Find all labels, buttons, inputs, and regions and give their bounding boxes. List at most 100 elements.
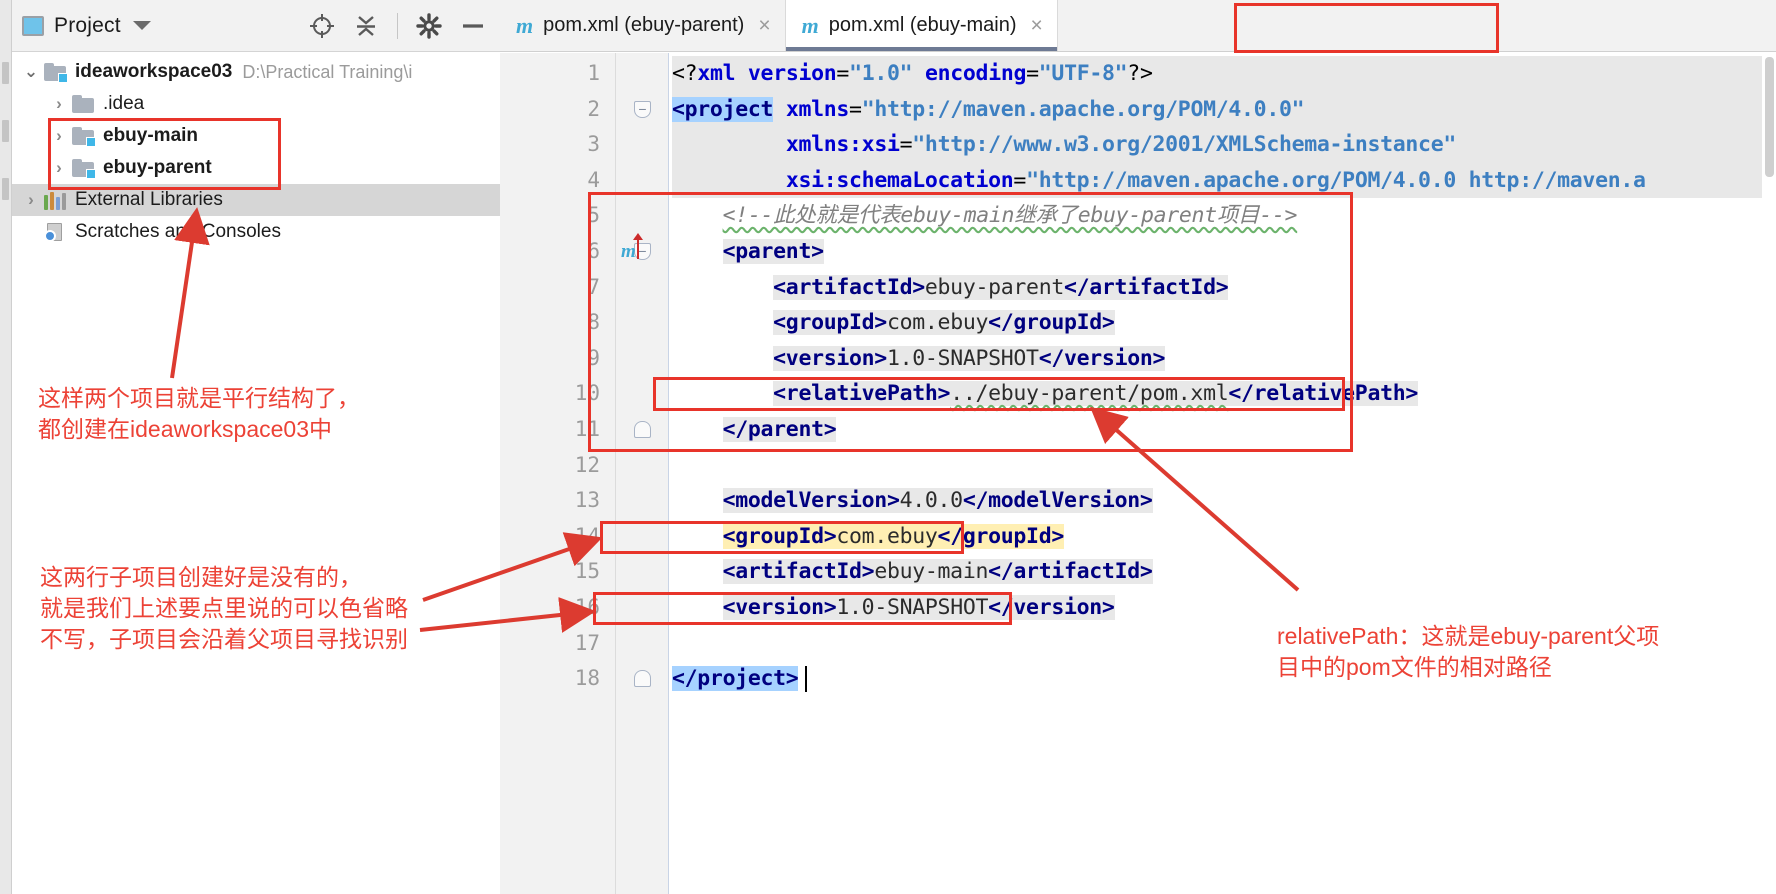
code-token: </version> xyxy=(988,595,1115,620)
tree-item-label: External Libraries xyxy=(75,189,223,210)
code-token: <version> xyxy=(722,595,837,620)
code-line[interactable]: 14 <groupId>com.ebuy</groupId> xyxy=(500,519,1776,555)
code-token: xml xyxy=(697,61,736,86)
hide-icon[interactable] xyxy=(460,13,486,39)
code-line[interactable]: 12 xyxy=(500,448,1776,484)
code-line[interactable]: 7 <artifactId>ebuy-parent</artifactId> xyxy=(500,270,1776,306)
scrollbar-thumb[interactable] xyxy=(1765,57,1774,177)
code-token: "http://maven.apache.org/POM/4.0.0" xyxy=(861,96,1305,122)
code-token: <project xyxy=(672,96,774,122)
code-lines: 1 <?xml version="1.0" encoding="UTF-8"?> −… xyxy=(500,53,1776,894)
tab-label: pom.xml (ebuy-main) xyxy=(828,14,1017,36)
code-token: xmlns:xsi xyxy=(785,132,900,158)
code-token: </parent> xyxy=(722,417,837,442)
line-number: 7 xyxy=(587,274,600,299)
editor-scrollbar[interactable] xyxy=(1762,53,1776,894)
code-line-text: </parent> xyxy=(672,412,1776,448)
line-number: 1 xyxy=(587,61,600,85)
tab-pom-ebuy-parent[interactable]: m pom.xml (ebuy-parent) × xyxy=(500,0,786,51)
code-line-text: xmlns:xsi="http://www.w3.org/2001/XMLSch… xyxy=(672,127,1776,163)
code-token: "http://www.w3.org/2001/XMLSchema-instan… xyxy=(912,132,1456,158)
module-folder-icon xyxy=(72,159,96,179)
code-line-text: <groupId>com.ebuy</groupId> xyxy=(672,305,1776,341)
text-caret xyxy=(805,666,807,693)
code-token: <!--此处就是代表ebuy-main继承了ebuy-parent项目--> xyxy=(722,203,1298,229)
code-token: </groupId> xyxy=(988,310,1115,336)
project-window-icon xyxy=(22,15,44,36)
code-token: </artifactId> xyxy=(1063,274,1229,300)
code-line[interactable]: 4 xsi:schemaLocation="http://maven.apach… xyxy=(500,162,1776,199)
code-token: 1.0-SNAPSHOT xyxy=(886,345,1039,371)
tree-item-path: D:\Practical Training\i xyxy=(242,61,413,82)
chevron-down-icon[interactable] xyxy=(132,21,151,30)
code-line-text: <version>1.0-SNAPSHOT</version> xyxy=(672,341,1776,377)
ide-window: Project ⌄ ideaworkspace03 D:\Practical T… xyxy=(0,0,1776,894)
code-token: </project> xyxy=(672,666,799,692)
code-line[interactable]: 10 <relativePath>../ebuy-parent/pom.xml<… xyxy=(500,376,1776,412)
code-line[interactable]: 6 <parent> xyxy=(500,234,1776,270)
code-line[interactable]: 9 <version>1.0-SNAPSHOT</version> xyxy=(500,341,1776,377)
code-line[interactable]: 3 xmlns:xsi="http://www.w3.org/2001/XMLS… xyxy=(500,127,1776,163)
chevron-right-icon[interactable]: › xyxy=(46,94,72,114)
project-tree[interactable]: ⌄ ideaworkspace03 D:\Practical Training\… xyxy=(12,52,500,894)
line-number: 13 xyxy=(574,488,600,513)
libraries-icon xyxy=(44,191,66,210)
code-token: ? xyxy=(684,61,698,86)
tree-item-ideaworkspace03[interactable]: ⌄ ideaworkspace03 D:\Practical Training\… xyxy=(12,56,500,88)
tree-item-scratches-and-consoles[interactable]: Scratches and Consoles xyxy=(12,216,500,248)
tool-window-rail xyxy=(0,0,12,894)
code-line-text: <artifactId>ebuy-parent</artifactId> xyxy=(672,270,1776,306)
code-line[interactable]: 11 </parent> xyxy=(500,412,1776,448)
code-token: </groupId> xyxy=(937,523,1064,549)
tree-item-idea[interactable]: › .idea xyxy=(12,88,500,120)
code-token: <artifactId> xyxy=(773,274,925,300)
code-token: <version> xyxy=(773,345,887,371)
close-icon[interactable]: × xyxy=(1031,15,1043,36)
collapse-all-icon[interactable] xyxy=(353,13,379,39)
tree-item-external-libraries[interactable]: › External Libraries xyxy=(12,184,500,216)
code-line-text: <!--此处就是代表ebuy-main继承了ebuy-parent项目--> xyxy=(672,198,1776,234)
code-token: </modelVersion> xyxy=(962,488,1153,514)
close-icon[interactable]: × xyxy=(758,15,770,36)
code-token: <relativePath> xyxy=(773,381,951,407)
line-number: 8 xyxy=(587,310,600,335)
line-number: 18 xyxy=(574,666,600,691)
maven-m-icon: m xyxy=(801,12,819,38)
line-number: 16 xyxy=(574,595,600,619)
tab-label: pom.xml (ebuy-parent) xyxy=(543,14,745,36)
code-line[interactable]: 2 <project xmlns="http://maven.apache.org… xyxy=(500,91,1776,128)
code-editor[interactable]: 1 <?xml version="1.0" encoding="UTF-8"?> −… xyxy=(500,53,1776,894)
project-tool-window: Project ⌄ ideaworkspace03 D:\Practical T… xyxy=(0,0,500,894)
code-line[interactable]: 8 <groupId>com.ebuy</groupId> xyxy=(500,305,1776,341)
code-line[interactable]: 5 <!--此处就是代表ebuy-main继承了ebuy-parent项目--> xyxy=(500,198,1776,234)
code-token: </relativePath> xyxy=(1228,381,1419,407)
locate-icon[interactable] xyxy=(309,13,335,39)
code-line[interactable]: 13 <modelVersion>4.0.0</modelVersion> xyxy=(500,483,1776,519)
code-token: <groupId> xyxy=(722,523,837,549)
code-line-text: <project xmlns="http://maven.apache.org/… xyxy=(672,91,1776,128)
chevron-right-icon[interactable]: › xyxy=(18,190,44,210)
gear-icon[interactable] xyxy=(416,12,442,39)
chevron-down-icon[interactable]: ⌄ xyxy=(18,62,44,82)
code-line-text: <parent> xyxy=(672,234,1776,270)
annotation-parallel-structure: 这样两个项目就是平行结构了， 都创建在ideaworkspace03中 xyxy=(38,385,360,443)
chevron-right-icon[interactable]: › xyxy=(46,158,72,178)
annotation-relativepath: relativePath：这就是ebuy-parent父项 目中的pom文件的相… xyxy=(1277,623,1660,681)
tree-item-label: .idea xyxy=(103,93,145,114)
folder-icon xyxy=(72,95,94,113)
code-line[interactable]: 15 <artifactId>ebuy-main</artifactId> xyxy=(500,554,1776,590)
chevron-right-icon[interactable]: › xyxy=(46,126,72,146)
tab-pom-ebuy-main[interactable]: m pom.xml (ebuy-main) × xyxy=(785,0,1058,51)
tree-item-ebuy-parent[interactable]: › ebuy-parent xyxy=(12,152,500,184)
code-token: "1.0" xyxy=(849,61,913,86)
code-token: ebuy-main xyxy=(874,559,989,585)
code-line[interactable]: 1 <?xml version="1.0" encoding="UTF-8"?> xyxy=(500,56,1776,92)
tree-item-ebuy-main[interactable]: › ebuy-main xyxy=(12,120,500,152)
